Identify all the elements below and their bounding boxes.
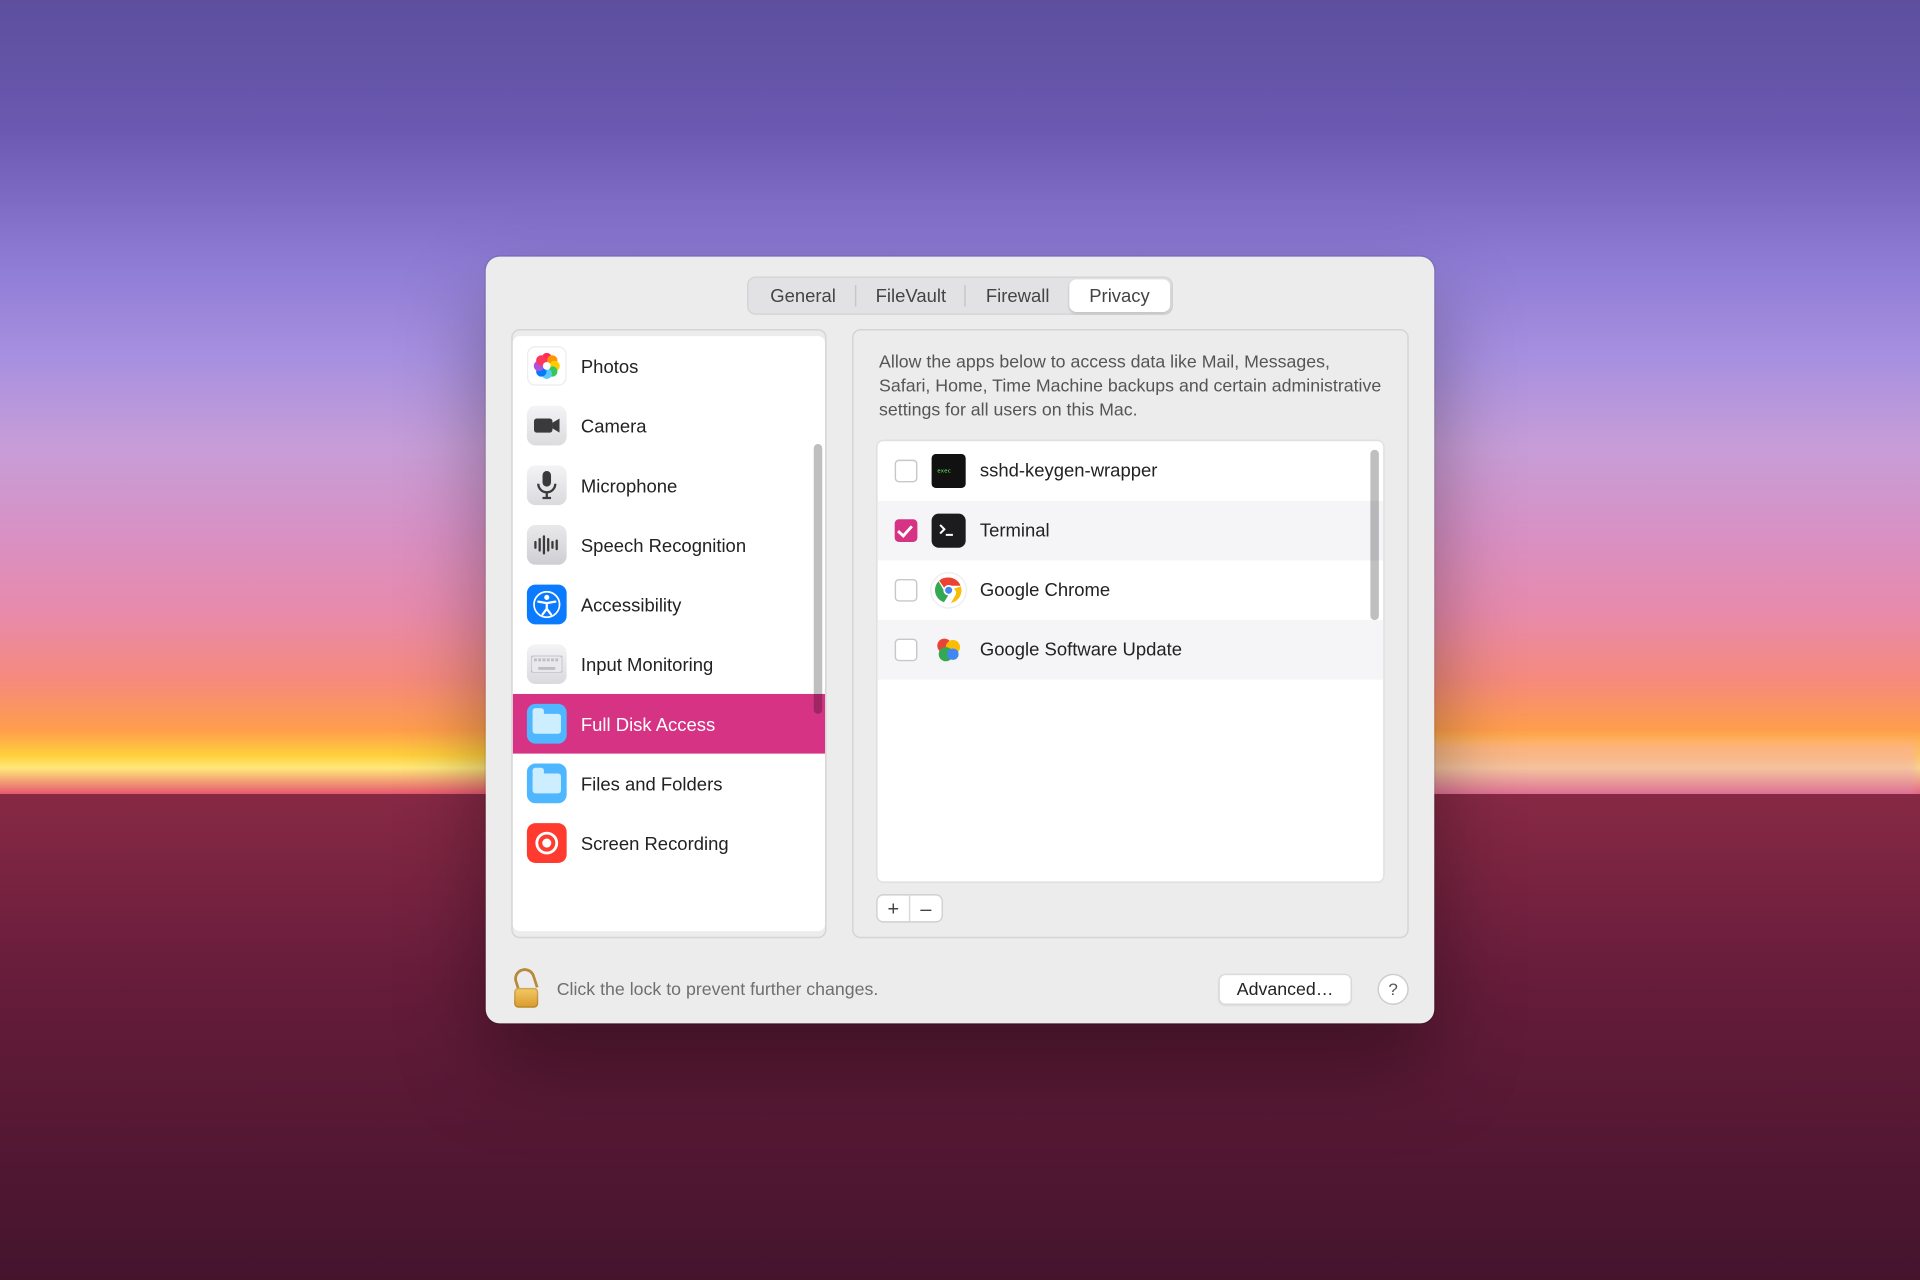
sidebar-item-speech[interactable]: Speech Recognition — [513, 515, 825, 575]
detail-pane: Allow the apps below to access data like… — [852, 329, 1409, 938]
app-list-container: exec sshd-keygen-wrapper Terminal — [876, 439, 1384, 883]
lock-text: Click the lock to prevent further change… — [557, 979, 879, 999]
chrome-icon — [932, 573, 966, 607]
window-footer: Click the lock to prevent further change… — [486, 955, 1435, 1023]
help-button[interactable]: ? — [1377, 974, 1408, 1005]
app-row[interactable]: Terminal — [878, 500, 1384, 560]
app-row[interactable]: Google Software Update — [878, 620, 1384, 680]
sidebar-item-label: Accessibility — [581, 594, 682, 615]
app-checkbox[interactable] — [895, 519, 918, 542]
sidebar-item-full-disk-access[interactable]: Full Disk Access — [513, 694, 825, 754]
tab-firewall[interactable]: Firewall — [966, 279, 1069, 312]
tab-bar: General FileVault Firewall Privacy — [486, 257, 1435, 329]
sidebar-item-label: Speech Recognition — [581, 534, 746, 555]
sidebar-item-microphone[interactable]: Microphone — [513, 455, 825, 515]
sidebar-item-label: Photos — [581, 355, 638, 376]
lock-icon[interactable] — [511, 971, 542, 1008]
add-button[interactable]: + — [878, 896, 909, 922]
sidebar-item-files-and-folders[interactable]: Files and Folders — [513, 754, 825, 814]
tab-segmented-control: General FileVault Firewall Privacy — [747, 276, 1172, 314]
sidebar-item-accessibility[interactable]: Accessibility — [513, 575, 825, 635]
sidebar-item-label: Screen Recording — [581, 832, 729, 853]
app-list: exec sshd-keygen-wrapper Terminal — [878, 441, 1384, 882]
folder-icon — [527, 764, 567, 804]
sidebar-scrollbar[interactable] — [814, 444, 823, 714]
app-list-scrollbar[interactable] — [1370, 449, 1379, 619]
folder-icon — [527, 704, 567, 744]
svg-text:exec: exec — [937, 468, 951, 474]
record-icon — [527, 823, 567, 863]
google-update-icon — [932, 632, 966, 666]
sidebar-item-label: Full Disk Access — [581, 713, 715, 734]
category-list: Photos Camera Microphone — [513, 336, 825, 931]
app-name: sshd-keygen-wrapper — [980, 460, 1158, 481]
tab-general[interactable]: General — [750, 279, 855, 312]
sidebar-item-camera[interactable]: Camera — [513, 396, 825, 456]
sidebar-item-label: Microphone — [581, 475, 677, 496]
add-remove-controls: + – — [876, 894, 1384, 922]
content-body: Photos Camera Microphone — [486, 329, 1435, 955]
app-checkbox[interactable] — [895, 638, 918, 661]
sidebar-item-input-monitoring[interactable]: Input Monitoring — [513, 634, 825, 694]
keyboard-icon — [527, 644, 567, 684]
photos-icon — [527, 346, 567, 386]
tab-filevault[interactable]: FileVault — [856, 279, 966, 312]
sidebar-item-label: Files and Folders — [581, 773, 723, 794]
terminal-icon — [932, 513, 966, 547]
app-checkbox[interactable] — [895, 578, 918, 601]
app-row[interactable]: Google Chrome — [878, 560, 1384, 620]
camera-icon — [527, 406, 567, 446]
tab-privacy[interactable]: Privacy — [1069, 279, 1169, 312]
app-name: Google Software Update — [980, 639, 1182, 660]
waveform-icon — [527, 525, 567, 565]
remove-button[interactable]: – — [909, 896, 942, 922]
sidebar-item-screen-recording[interactable]: Screen Recording — [513, 813, 825, 873]
sidebar-item-label: Input Monitoring — [581, 653, 713, 674]
exec-icon: exec — [932, 453, 966, 487]
app-name: Google Chrome — [980, 579, 1110, 600]
sidebar-item-photos[interactable]: Photos — [513, 336, 825, 396]
preferences-window: General FileVault Firewall Privacy — [486, 257, 1435, 1024]
app-row[interactable]: exec sshd-keygen-wrapper — [878, 441, 1384, 501]
description-text: Allow the apps below to access data like… — [879, 350, 1385, 422]
accessibility-icon — [527, 585, 567, 625]
app-name: Terminal — [980, 519, 1050, 540]
sidebar-item-label: Camera — [581, 415, 647, 436]
advanced-button[interactable]: Advanced… — [1218, 974, 1352, 1005]
category-sidebar: Photos Camera Microphone — [511, 329, 826, 938]
app-checkbox[interactable] — [895, 459, 918, 482]
microphone-icon — [527, 465, 567, 505]
add-remove-buttons: + – — [876, 894, 943, 922]
